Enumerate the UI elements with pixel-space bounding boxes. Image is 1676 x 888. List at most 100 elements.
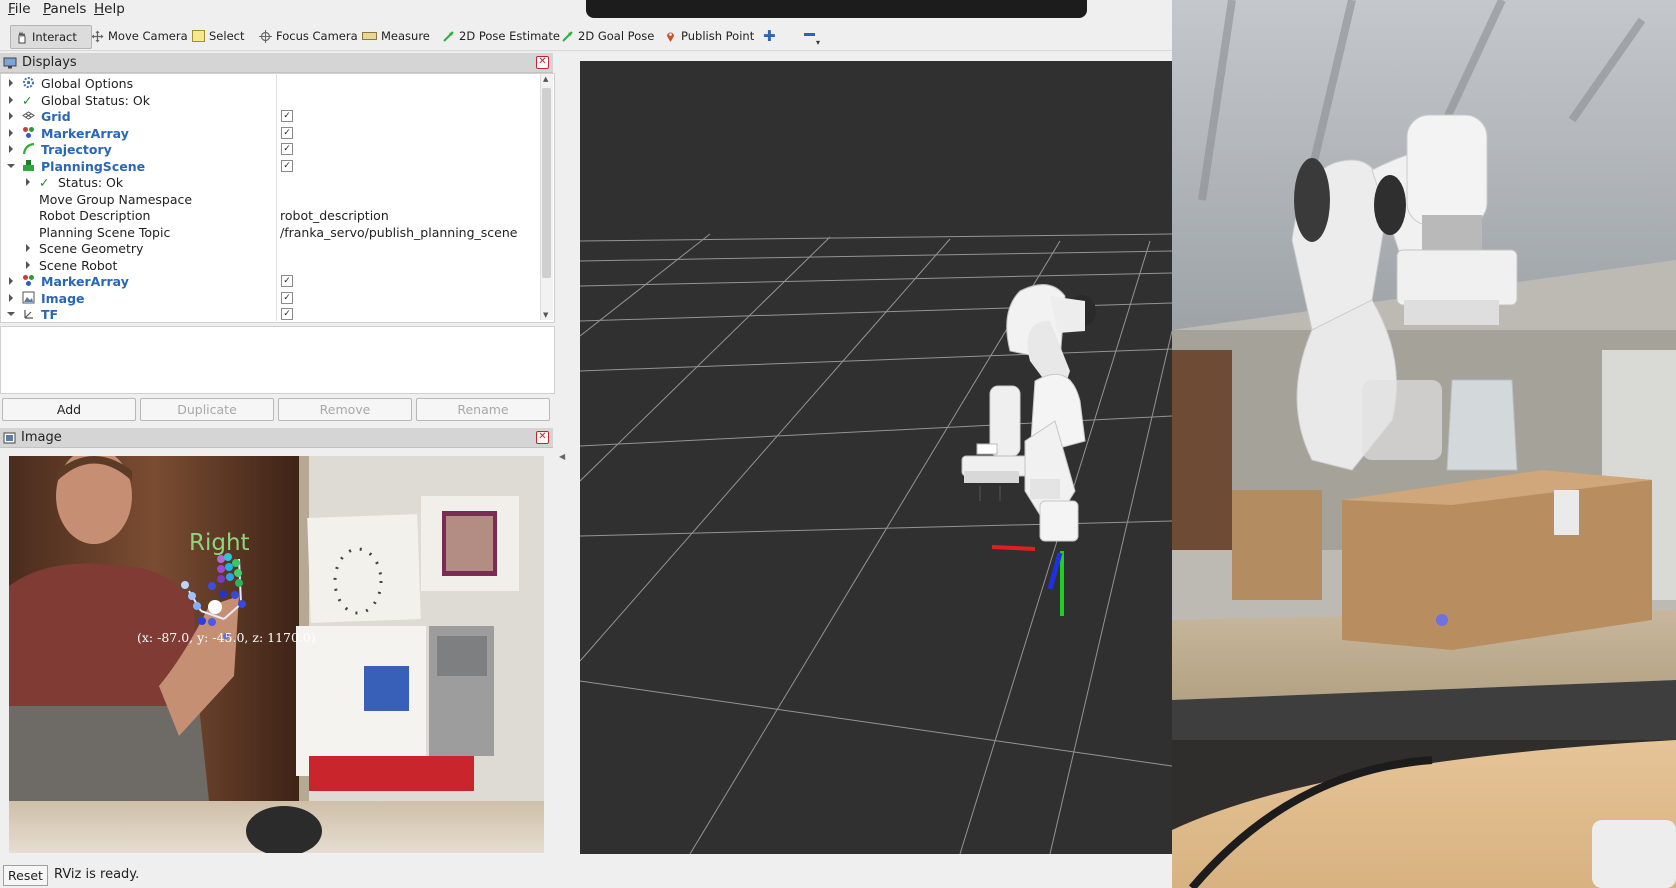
move-camera-label: Move Camera [108,29,188,43]
grid-visible-checkbox[interactable]: ✓ [281,110,293,122]
scroll-thumb[interactable] [542,88,551,278]
add-display-button[interactable]: Add [2,398,136,421]
status-message: RViz is ready. [54,867,140,882]
gear-icon [23,77,34,88]
measure-label: Measure [381,29,430,43]
measure-tool-button[interactable]: Measure [358,25,434,47]
tree-row-trajectory[interactable]: Trajectory ✓ [1,141,541,158]
planning-scene-visible-checkbox[interactable]: ✓ [281,159,293,172]
lab-camera-photo [1172,0,1676,888]
dropdown-arrow-icon: ▾ [816,37,821,47]
publish-point-label: Publish Point [681,29,755,43]
tree-label: Scene Geometry [39,241,144,256]
select-box-icon [192,30,205,42]
planning-scene-icon [23,159,34,171]
tree-label: Robot Description [39,208,151,223]
image-icon [3,432,16,443]
image-icon [22,291,35,303]
tree-row-tf[interactable]: TF ✓ [1,306,541,322]
toolbar: Interact Move Camera Select Focus Camera… [0,22,1172,51]
close-image-panel-icon[interactable]: ✕ [536,431,549,444]
collapse-arrow-icon[interactable]: ◀ [559,452,565,461]
tree-label: Planning Scene Topic [39,224,171,240]
tf-icon [24,310,33,319]
tree-row-planning-scene-topic[interactable]: Planning Scene Topic /franka_servo/publi… [1,224,541,241]
rename-display-button[interactable]: Rename [416,398,550,421]
select-label: Select [209,29,245,43]
tree-label: Image [41,290,85,306]
tree-row-scene-geometry[interactable]: Scene Geometry [1,240,541,257]
lab-photo-graphic [1172,0,1676,888]
tree-label: Grid [41,109,71,124]
interact-tool-button[interactable]: Interact [10,25,92,49]
trajectory-visible-checkbox[interactable]: ✓ [281,143,293,155]
move-arrows-icon [91,30,104,42]
add-tool-button[interactable]: ✚ [759,25,780,47]
remove-display-button[interactable]: Remove [278,398,412,421]
tree-row-marker-array-2[interactable]: MarkerArray ✓ [1,273,541,290]
crosshair-icon [259,29,272,43]
menu-panels[interactable]: Panels [43,1,86,17]
tree-row-global-status[interactable]: ✓ Global Status: Ok [1,92,541,109]
monitor-icon [3,57,17,68]
scroll-up-icon[interactable]: ▲ [543,75,548,83]
scroll-down-icon[interactable]: ▼ [543,311,548,319]
robot-arm-model [961,284,1096,542]
camera-feed-graphic: Right (x: -87.0, y: -45.0, z: 1170.0) [9,456,544,853]
tree-row-move-group-namespace[interactable]: Move Group Namespace [1,191,541,208]
grid-and-robot-scene [580,233,1172,854]
tree-label: Move Group Namespace [39,191,193,207]
tree-label: Global Status: Ok [41,92,150,108]
focus-camera-tool-button[interactable]: Focus Camera [255,25,362,47]
duplicate-display-button[interactable]: Duplicate [140,398,274,421]
marker-array-2-visible-checkbox[interactable]: ✓ [281,275,293,287]
tree-row-status-ok[interactable]: ✓ Status: Ok [1,174,541,191]
check-icon: ✓ [22,92,33,108]
trajectory-icon [22,142,35,155]
tree-row-scene-robot[interactable]: Scene Robot [1,257,541,274]
tf-visible-checkbox[interactable]: ✓ [281,308,293,320]
displays-panel-header: Displays [0,53,553,73]
close-displays-icon[interactable]: ✕ [536,56,549,69]
green-arrow-icon [562,30,573,42]
menu-help[interactable]: Help [94,1,125,17]
tree-row-global-options[interactable]: Global Options [1,75,541,92]
tree-label: Trajectory [41,142,112,157]
3d-render-view[interactable] [580,61,1172,854]
tree-row-marker-array[interactable]: MarkerArray ✓ [1,125,541,142]
focus-camera-label: Focus Camera [276,29,358,43]
displays-tree: Global Options ✓ Global Status: Ok Grid … [0,73,555,323]
marker-array-icon [23,275,34,286]
publish-point-tool-button[interactable]: Publish Point [660,25,758,47]
image-visible-checkbox[interactable]: ✓ [281,291,293,304]
tree-value[interactable]: /franka_servo/publish_planning_scene [280,225,517,240]
column-divider [276,73,277,321]
pose-estimate-label: 2D Pose Estimate [459,29,560,43]
move-camera-tool-button[interactable]: Move Camera [87,25,192,47]
tree-row-robot-description[interactable]: Robot Description robot_description [1,207,541,224]
plus-icon: ✚ [763,27,776,45]
menu-file[interactable]: File [8,1,31,17]
pose-estimate-tool-button[interactable]: 2D Pose Estimate [438,25,564,47]
hand-cursor-icon [18,30,26,43]
tree-label: TF [41,307,59,322]
map-pin-icon [667,32,674,42]
tree-label: MarkerArray [41,274,129,289]
displays-panel-title: Displays [22,55,77,70]
reset-button[interactable]: Reset [3,865,48,886]
image-panel-header: Image [0,428,553,448]
marker-array-visible-checkbox[interactable]: ✓ [281,126,293,139]
marker-array-icon [23,126,34,138]
goal-pose-tool-button[interactable]: 2D Goal Pose [557,25,658,47]
tree-label: Status: Ok [58,175,124,190]
tree-value[interactable]: robot_description [280,208,389,223]
property-description-box [0,326,555,394]
tree-row-grid[interactable]: Grid ✓ [1,108,541,125]
tree-row-image[interactable]: Image ✓ [1,290,541,307]
remove-tool-button[interactable]: ▾ [800,25,824,47]
green-arrow-icon [443,30,454,42]
tree-row-planning-scene[interactable]: PlanningScene ✓ [1,158,541,175]
select-tool-button[interactable]: Select [188,25,248,47]
grid-icon [22,111,35,120]
goal-pose-label: 2D Goal Pose [578,29,655,43]
